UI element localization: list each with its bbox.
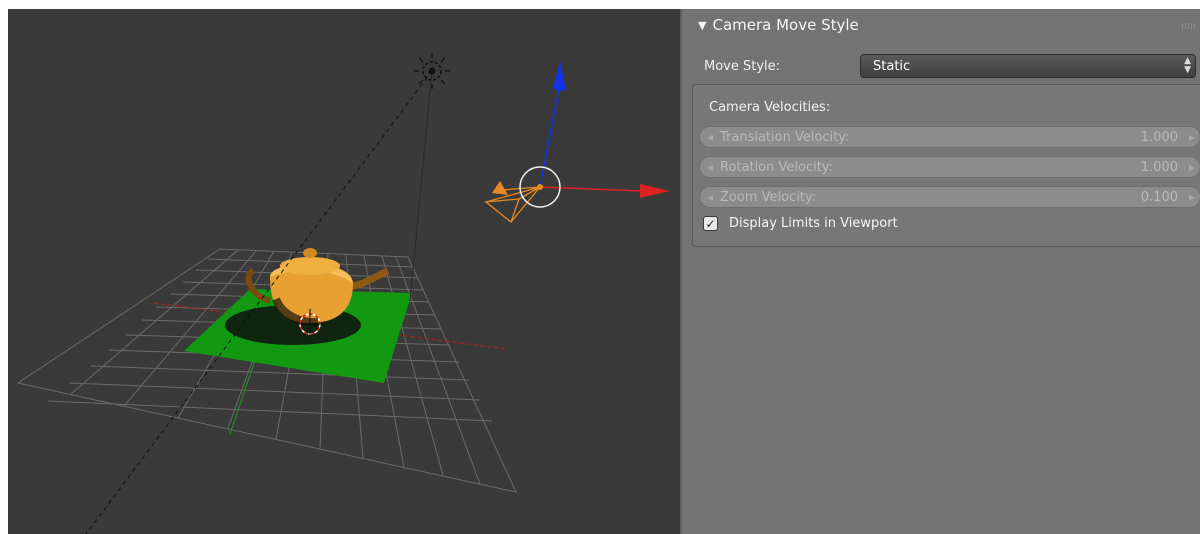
move-style-value: Static (873, 58, 911, 74)
increment-arrow-icon[interactable]: ▶ (1184, 133, 1200, 142)
translation-velocity-field[interactable]: ◀ Translation Velocity: 1.000 ▶ (699, 126, 1200, 148)
move-style-row: Move Style: Static ▲ ▼ (704, 53, 1196, 79)
increment-arrow-icon[interactable]: ▶ (1184, 163, 1200, 172)
panel-header-camera-move-style[interactable]: ▼ Camera Move Style (682, 9, 1200, 41)
dropdown-arrows-icon: ▲ ▼ (1184, 56, 1191, 75)
zoom-velocity-label: Zoom Velocity: (720, 189, 817, 205)
decrement-arrow-icon[interactable]: ◀ (700, 133, 720, 142)
increment-arrow-icon[interactable]: ▶ (1184, 193, 1200, 202)
viewport-scene (16, 53, 670, 534)
rotation-velocity-field[interactable]: ◀ Rotation Velocity: 1.000 ▶ (699, 156, 1200, 178)
rotation-velocity-value: 1.000 (1140, 159, 1178, 175)
rotation-velocity-label: Rotation Velocity: (720, 159, 833, 175)
translation-velocity-value: 1.000 (1140, 129, 1178, 145)
translation-velocity-label: Translation Velocity: (720, 129, 850, 145)
panel-title: Camera Move Style (712, 16, 859, 34)
properties-panel: ▼ Camera Move Style Move Style: Static ▲… (680, 9, 1200, 534)
zoom-velocity-field[interactable]: ◀ Zoom Velocity: 0.100 ▶ (699, 186, 1200, 208)
display-limits-label: Display Limits in Viewport (729, 216, 898, 231)
drag-grip-icon[interactable] (1182, 23, 1196, 29)
move-style-dropdown[interactable]: Static ▲ ▼ (860, 54, 1196, 78)
display-limits-row[interactable]: ✓ Display Limits in Viewport (703, 216, 898, 231)
zoom-velocity-value: 0.100 (1140, 189, 1178, 205)
3d-viewport[interactable] (8, 9, 680, 534)
move-style-label: Move Style: (704, 58, 781, 74)
lamp-vertical-line (409, 70, 433, 302)
display-limits-checkbox[interactable]: ✓ (703, 216, 718, 231)
collapse-triangle-icon[interactable]: ▼ (698, 19, 706, 32)
camera-velocities-box: Camera Velocities: ◀ Translation Velocit… (692, 84, 1200, 247)
grid-floor (16, 248, 517, 493)
camera-velocities-title: Camera Velocities: (709, 100, 831, 115)
decrement-arrow-icon[interactable]: ◀ (700, 193, 720, 202)
camera[interactable] (484, 181, 541, 224)
decrement-arrow-icon[interactable]: ◀ (700, 163, 720, 172)
lamp-icon[interactable] (414, 53, 450, 89)
transform-gizmo[interactable] (519, 61, 670, 208)
